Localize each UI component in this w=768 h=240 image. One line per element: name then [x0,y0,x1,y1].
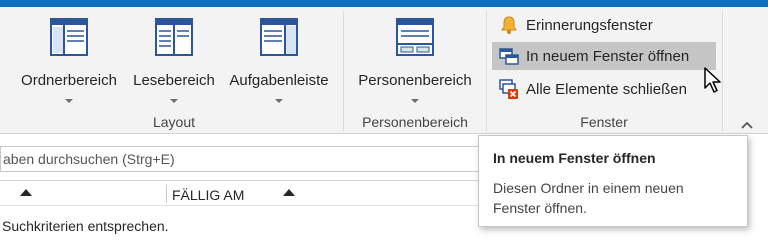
empty-list-message: Suchkriterien entsprechen. [2,218,169,234]
column-header-row: FÄLLIG AM [0,180,480,206]
chevron-down-icon [65,99,73,103]
folder-pane-button[interactable]: Ordnerbereich [10,17,128,107]
open-in-new-window-label: In neuem Fenster öffnen [526,47,690,65]
tooltip: In neuem Fenster öffnen Diesen Ordner in… [478,135,748,227]
chevron-down-icon [411,99,419,103]
reading-pane-icon [155,18,193,56]
people-pane-icon [396,18,434,56]
tooltip-title: In neuem Fenster öffnen [493,150,656,166]
folder-pane-label: Ordnerbereich [21,72,117,89]
reading-pane-label: Lesebereich [133,72,215,89]
column-divider[interactable] [166,185,167,203]
close-all-items-label: Alle Elemente schließen [526,80,687,98]
todo-bar-label: Aufgabenleiste [229,72,329,89]
layout-group-label: Layout [152,114,196,130]
group-separator [486,11,487,131]
people-group-label: Personenbereich [362,114,468,130]
ribbon: Ordnerbereich Lesebereich Aufgabenleiste… [0,7,768,134]
people-pane-label: Personenbereich [358,72,472,89]
sort-ascending-icon[interactable] [283,189,295,196]
bell-icon [501,16,517,34]
people-pane-button[interactable]: Personenbereich [350,17,480,107]
collapse-ribbon-icon[interactable] [740,119,754,131]
search-placeholder: aben durchsuchen (Strg+E) [3,151,175,167]
title-bar-accent [0,0,768,7]
folder-pane-icon [50,18,88,56]
mouse-cursor-icon [704,67,721,93]
todo-bar-button[interactable]: Aufgabenleiste [220,17,338,107]
tooltip-description: Diesen Ordner in einem neuen Fenster öff… [493,180,684,216]
close-all-items-button[interactable]: Alle Elemente schließen [492,75,687,103]
reminders-window-button[interactable]: Erinnerungsfenster [492,11,653,39]
search-input[interactable]: aben durchsuchen (Strg+E) [0,146,480,172]
reading-pane-button[interactable]: Lesebereich [128,17,220,107]
reminders-window-label: Erinnerungsfenster [526,16,653,34]
todo-bar-icon [260,18,298,56]
window-group-label: Fenster [580,114,628,130]
due-date-column-header[interactable]: FÄLLIG AM [172,187,244,203]
open-in-new-window-button[interactable]: In neuem Fenster öffnen [492,42,716,70]
chevron-down-icon [275,99,283,103]
new-window-icon [499,48,519,65]
sort-ascending-icon[interactable] [20,189,32,196]
chevron-down-icon [170,99,178,103]
close-all-icon [499,79,518,99]
group-separator [343,11,344,131]
